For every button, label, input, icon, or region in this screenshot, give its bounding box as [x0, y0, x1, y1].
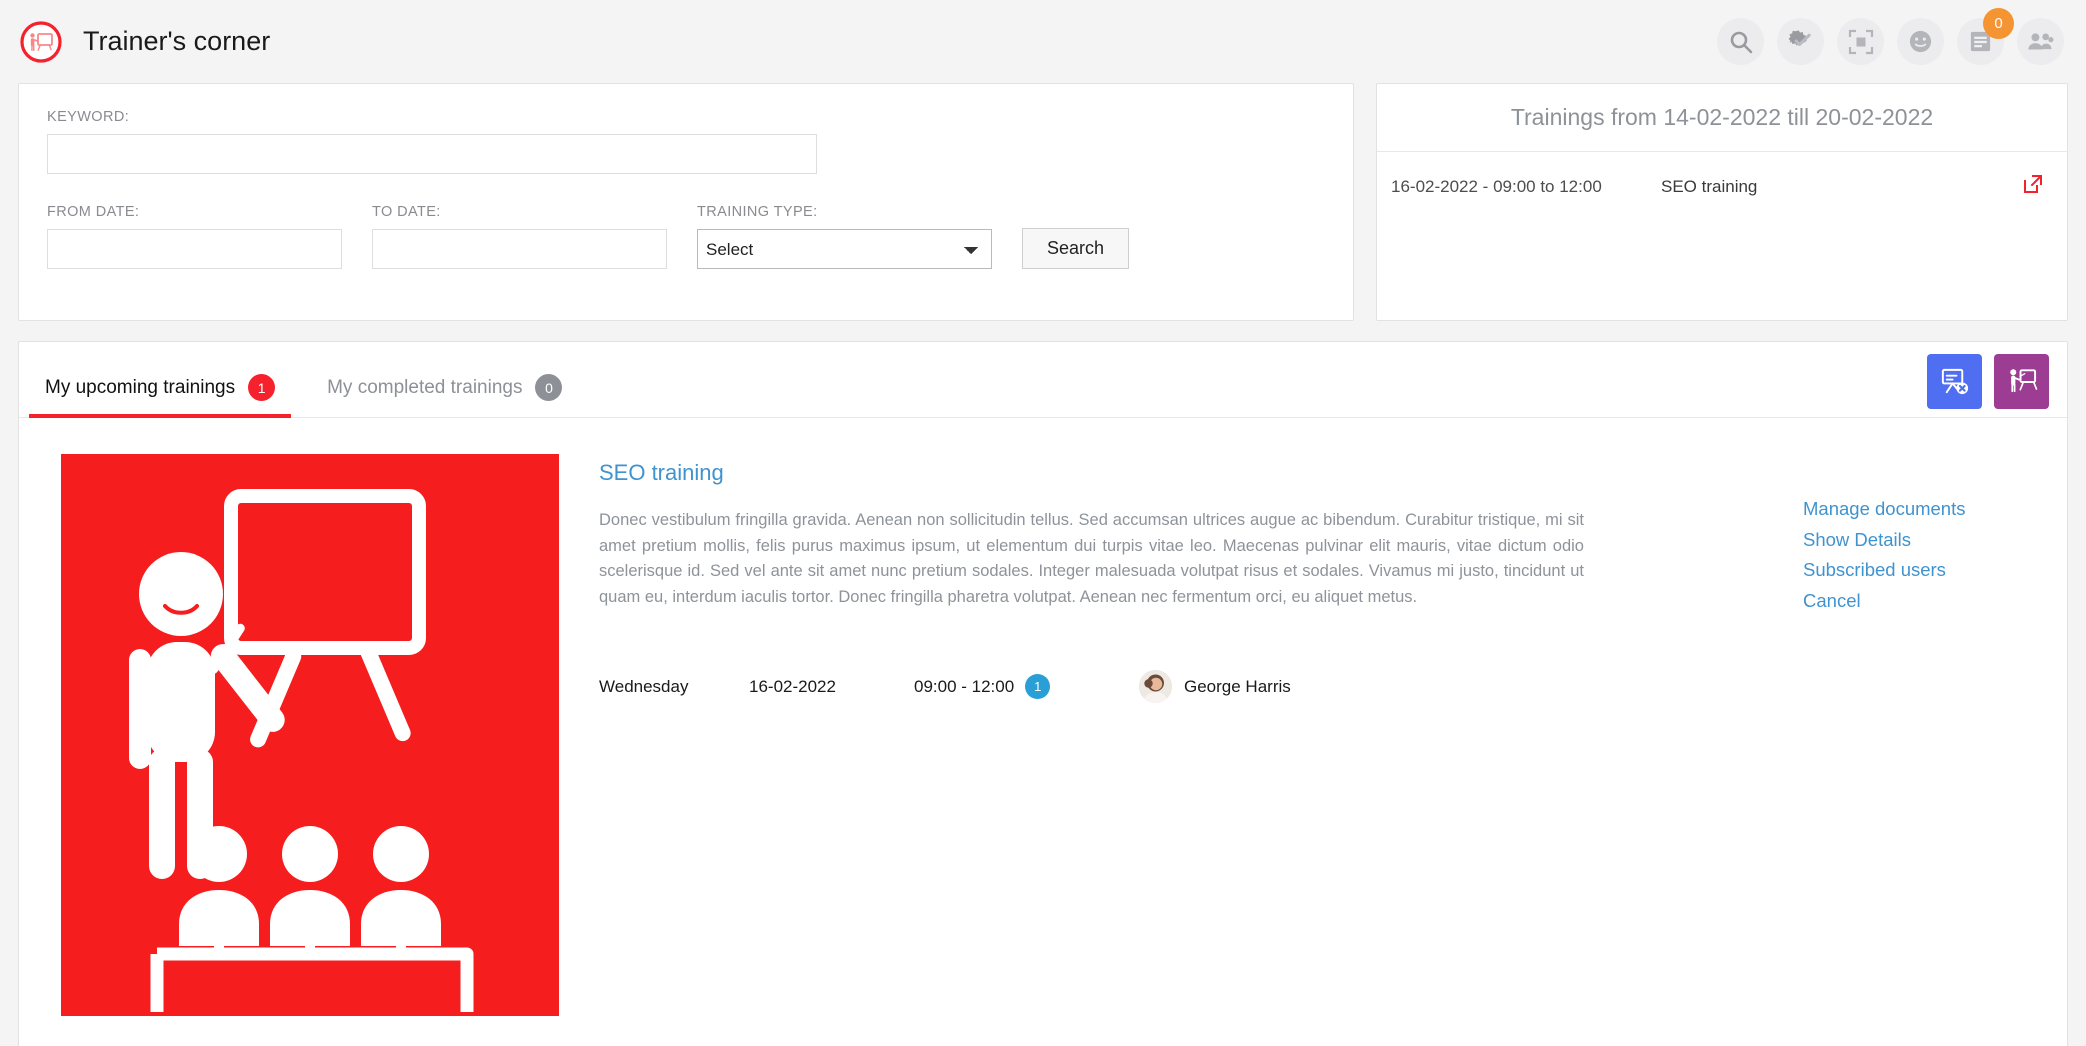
training-type-label: TRAINING TYPE: — [697, 204, 818, 220]
search-icon[interactable] — [1717, 18, 1764, 65]
training-meta-row: Wednesday 16-02-2022 09:00 - 12:00 1 Geo… — [599, 670, 1589, 704]
fullscreen-icon[interactable] — [1837, 18, 1884, 65]
tab-my-upcoming-trainings[interactable]: My upcoming trainings 1 — [19, 364, 301, 418]
training-trainer-name: George Harris — [1184, 676, 1291, 696]
smiley-icon[interactable] — [1897, 18, 1944, 65]
from-date-field-group: FROM DATE: — [47, 204, 342, 269]
weekly-trainings-card: Trainings from 14-02-2022 till 20-02-202… — [1376, 83, 2068, 321]
training-type-select[interactable]: Select — [697, 229, 992, 269]
tab-upcoming-count: 1 — [248, 374, 276, 401]
search-filter-card: KEYWORD: FROM DATE: TO DATE: TRAINING TY… — [18, 83, 1354, 321]
trainer-presenter-icon[interactable] — [1994, 354, 2049, 409]
training-description: Donec vestibulum fringilla gravida. Aene… — [599, 511, 1584, 606]
search-button[interactable]: Search — [1022, 228, 1130, 269]
training-time: 09:00 - 12:00 — [914, 676, 1015, 696]
training-date: 16-02-2022 — [749, 676, 836, 696]
keyword-input[interactable] — [47, 134, 817, 174]
whiteboard-cancel-icon[interactable] — [1927, 354, 1982, 409]
cancel-link[interactable]: Cancel — [1803, 586, 2033, 617]
tab-completed-label: My completed trainings — [327, 376, 523, 398]
top-row: KEYWORD: FROM DATE: TO DATE: TRAINING TY… — [18, 83, 2068, 321]
weekly-training-row: 16-02-2022 - 09:00 to 12:00 SEO training — [1377, 152, 2067, 201]
tab-upcoming-label: My upcoming trainings — [45, 376, 236, 398]
training-session-count: 1 — [1025, 674, 1051, 700]
from-date-label: FROM DATE: — [47, 204, 140, 220]
trainer-whiteboard-logo-icon — [18, 19, 64, 65]
gear-check-icon[interactable] — [1777, 18, 1824, 65]
keyword-label: KEYWORD: — [47, 109, 130, 125]
to-date-label: TO DATE: — [372, 204, 441, 220]
to-date-field-group: TO DATE: — [372, 204, 667, 269]
weekly-training-datetime: 16-02-2022 - 09:00 to 12:00 — [1391, 176, 1602, 196]
document-icon[interactable]: 0 — [1957, 8, 2014, 65]
classroom-training-illustration-icon — [61, 454, 559, 1016]
open-external-icon[interactable] — [2021, 172, 2045, 201]
to-date-input[interactable] — [372, 229, 667, 269]
show-details-link[interactable]: Show Details — [1803, 525, 2033, 556]
training-trainer-group: George Harris — [1139, 670, 1291, 704]
people-icon[interactable] — [2017, 18, 2064, 65]
training-type-field-group: TRAINING TYPE: Select — [697, 204, 992, 269]
training-time-group: 09:00 - 12:00 1 — [914, 674, 1139, 700]
training-title-link[interactable]: SEO training — [599, 460, 1589, 486]
page-title: Trainer's corner — [83, 26, 271, 56]
from-date-input[interactable] — [47, 229, 342, 269]
top-bar: Trainer's corner 0 — [0, 0, 2086, 83]
tab-completed-count: 0 — [535, 374, 563, 401]
keyword-field-group: KEYWORD: — [47, 109, 1325, 174]
training-action-links: Manage documents Show Details Subscribed… — [1803, 454, 2033, 1016]
manage-documents-link[interactable]: Manage documents — [1803, 494, 2033, 525]
trainings-panel: My upcoming trainings 1 My completed tra… — [18, 341, 2068, 1046]
training-day: Wednesday — [599, 676, 689, 696]
weekly-trainings-title: Trainings from 14-02-2022 till 20-02-202… — [1377, 84, 2067, 152]
filter-row: FROM DATE: TO DATE: TRAINING TYPE: Selec… — [47, 204, 1325, 269]
tab-my-completed-trainings[interactable]: My completed trainings 0 — [301, 364, 588, 417]
avatar — [1139, 670, 1172, 704]
weekly-training-name: SEO training — [1661, 176, 1758, 196]
training-list-item: SEO training Donec vestibulum fringilla … — [19, 418, 2067, 1016]
panel-action-buttons — [1927, 354, 2049, 409]
trainings-tabs: My upcoming trainings 1 My completed tra… — [19, 342, 2067, 418]
top-bar-icon-group: 0 — [1717, 8, 2064, 65]
subscribed-users-link[interactable]: Subscribed users — [1803, 555, 2033, 586]
document-badge: 0 — [1983, 8, 2014, 39]
main-content: KEYWORD: FROM DATE: TO DATE: TRAINING TY… — [0, 83, 2086, 1046]
training-details: SEO training Donec vestibulum fringilla … — [599, 454, 1589, 1016]
